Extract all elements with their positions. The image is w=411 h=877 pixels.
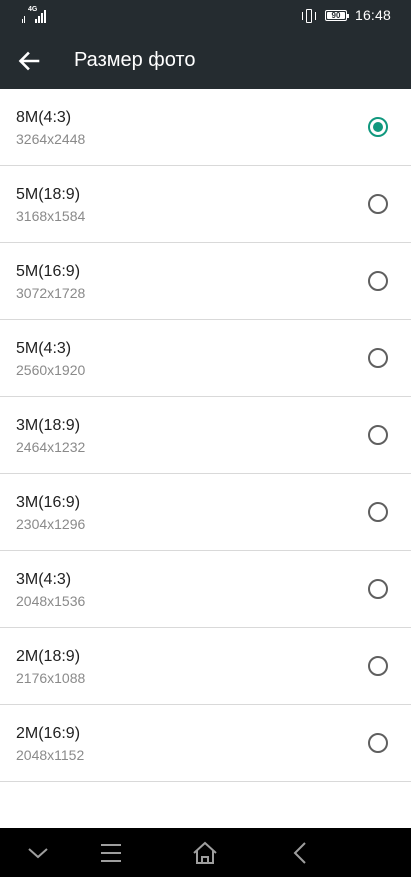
radio-button[interactable]: [368, 733, 388, 753]
home-icon: [193, 841, 217, 864]
status-bar: 4G 90 16:48: [0, 0, 411, 32]
radio-button[interactable]: [368, 656, 388, 676]
radio-button[interactable]: [368, 348, 388, 368]
list-item[interactable]: 5M(4:3) 2560x1920: [0, 320, 411, 397]
back-button[interactable]: [12, 44, 46, 78]
option-resolution: 2464x1232: [16, 439, 86, 455]
list-item[interactable]: 3M(4:3) 2048x1536: [0, 551, 411, 628]
radio-button[interactable]: [368, 271, 388, 291]
option-resolution: 2560x1920: [16, 362, 86, 378]
option-label: 5M(16:9): [16, 263, 81, 280]
nav-back-button[interactable]: [284, 837, 316, 869]
option-label: 5M(4:3): [16, 340, 72, 357]
radio-button-selected[interactable]: [368, 117, 388, 137]
sim-signal-icon: [22, 11, 25, 23]
network-type: 4G: [28, 6, 38, 13]
menu-icon: [101, 844, 121, 862]
option-resolution: 2176x1088: [16, 670, 86, 686]
option-resolution: 3072x1728: [16, 285, 86, 301]
navigation-bar: [0, 828, 411, 877]
option-resolution: 2048x1536: [16, 593, 86, 609]
app-bar: Размер фото: [0, 32, 411, 89]
option-label: 3M(4:3): [16, 571, 72, 588]
list-item[interactable]: 5M(16:9) 3072x1728: [0, 243, 411, 320]
photo-size-list: 8M(4:3) 3264x2448 5M(18:9) 3168x1584 5M(…: [0, 89, 411, 782]
recent-apps-button[interactable]: [95, 837, 127, 869]
option-resolution: 3168x1584: [16, 208, 86, 224]
page-title: Размер фото: [74, 49, 196, 71]
option-label: 2M(18:9): [16, 648, 81, 665]
option-label: 5M(18:9): [16, 186, 81, 203]
chevron-down-icon: [28, 848, 48, 859]
radio-button[interactable]: [368, 194, 388, 214]
list-item[interactable]: 3M(16:9) 2304x1296: [0, 474, 411, 551]
signal-indicator: 4G: [22, 6, 46, 23]
list-item[interactable]: 8M(4:3) 3264x2448: [0, 89, 411, 166]
option-resolution: 2048x1152: [16, 747, 85, 763]
list-item[interactable]: 2M(16:9) 2048x1152: [0, 705, 411, 782]
option-label: 8M(4:3): [16, 109, 72, 126]
radio-button[interactable]: [368, 502, 388, 522]
battery-icon: 90: [324, 10, 349, 21]
list-item[interactable]: 3M(18:9) 2464x1232: [0, 397, 411, 474]
status-icons: 90 16:48: [301, 7, 391, 24]
option-label: 3M(16:9): [16, 494, 81, 511]
radio-button[interactable]: [368, 579, 388, 599]
radio-button[interactable]: [368, 425, 388, 445]
list-item[interactable]: 2M(18:9) 2176x1088: [0, 628, 411, 705]
vibrate-icon: [301, 8, 317, 23]
option-label: 2M(16:9): [16, 725, 81, 742]
arrow-back-icon: [18, 51, 40, 71]
list-item[interactable]: 5M(18:9) 3168x1584: [0, 166, 411, 243]
back-icon: [293, 842, 306, 864]
battery-level: 90: [331, 11, 341, 20]
option-resolution: 3264x2448: [16, 131, 86, 147]
option-resolution: 2304x1296: [16, 516, 86, 532]
option-label: 3M(18:9): [16, 417, 81, 434]
clock: 16:48: [354, 7, 391, 23]
home-button[interactable]: [189, 837, 221, 869]
hide-nav-button[interactable]: [22, 837, 54, 869]
